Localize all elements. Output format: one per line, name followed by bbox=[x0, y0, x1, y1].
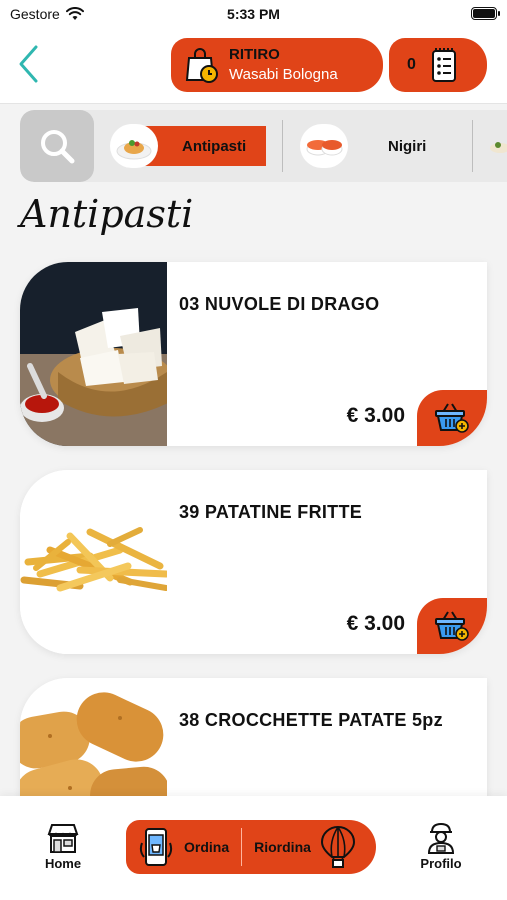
product-card[interactable]: 03 NUVOLE DI DRAGO € 3.00 bbox=[20, 262, 487, 446]
product-name: 03 NUVOLE DI DRAGO bbox=[179, 294, 380, 314]
order-list-icon bbox=[431, 48, 456, 82]
pickup-text: RITIRO Wasabi Bologna bbox=[229, 45, 338, 85]
category-separator bbox=[472, 120, 473, 172]
search-icon bbox=[41, 130, 75, 164]
app-screen: Gestore 5:33 PM RITIRO Wasabi Bologna 0 … bbox=[0, 0, 507, 900]
product-price: € 3.00 bbox=[346, 612, 405, 635]
shopping-bag-clock-icon bbox=[185, 48, 218, 83]
search-button[interactable] bbox=[20, 110, 94, 182]
store-icon bbox=[47, 824, 79, 853]
product-image-nuvole bbox=[20, 262, 167, 446]
cart-button[interactable]: 0 bbox=[389, 38, 487, 92]
nav-profile[interactable]: Profilo bbox=[406, 822, 476, 871]
category-antipasti[interactable]: Antipasti bbox=[110, 124, 266, 168]
nav-reorder[interactable]: Riordina bbox=[254, 820, 357, 874]
top-header: RITIRO Wasabi Bologna 0 bbox=[0, 30, 507, 104]
status-time: 5:33 PM bbox=[227, 6, 280, 22]
product-name: 39 PATATINE FRITTE bbox=[179, 502, 363, 522]
back-arrow-icon[interactable] bbox=[16, 44, 42, 84]
store-name-label: Wasabi Bologna bbox=[229, 66, 338, 83]
nav-home[interactable]: Home bbox=[28, 822, 98, 871]
add-to-cart-button[interactable] bbox=[417, 598, 487, 654]
category-nigiri[interactable]: Nigiri bbox=[300, 124, 426, 168]
nav-divider bbox=[241, 828, 243, 866]
category-bar: Antipasti Nigiri bbox=[20, 110, 507, 182]
bottom-navigation: Home Ordina Riordina Profilo bbox=[0, 796, 507, 900]
category-label-antipasti: Antipasti bbox=[182, 137, 247, 155]
category-next-partial[interactable] bbox=[486, 124, 507, 168]
phone-order-icon bbox=[139, 828, 173, 866]
nav-reorder-label: Riordina bbox=[254, 839, 311, 855]
nav-order[interactable]: Ordina bbox=[126, 820, 229, 874]
product-image-patatine bbox=[20, 470, 167, 654]
nav-order-label: Ordina bbox=[184, 839, 230, 855]
cart-count: 0 bbox=[407, 56, 416, 73]
nigiri-thumbnail bbox=[300, 124, 348, 168]
order-nav-group: Ordina Riordina bbox=[126, 820, 376, 874]
category-separator bbox=[282, 120, 283, 172]
antipasti-thumbnail bbox=[110, 124, 158, 168]
basket-add-icon bbox=[435, 611, 469, 641]
hot-air-balloon-icon bbox=[320, 825, 355, 868]
basket-add-icon bbox=[435, 403, 469, 433]
delivery-person-icon bbox=[427, 822, 455, 854]
add-to-cart-button[interactable] bbox=[417, 390, 487, 446]
section-title: Antipasti bbox=[20, 192, 194, 236]
product-name: 38 CROCCHETTE PATATE 5pz bbox=[179, 710, 443, 730]
category-thumbnail-partial bbox=[490, 142, 507, 153]
pickup-mode-label: RITIRO bbox=[229, 46, 280, 63]
status-bar: Gestore 5:33 PM bbox=[0, 0, 507, 30]
product-price: € 3.00 bbox=[346, 404, 405, 427]
battery-icon bbox=[471, 7, 500, 20]
category-label-nigiri: Nigiri bbox=[388, 137, 427, 155]
pickup-store-button[interactable]: RITIRO Wasabi Bologna bbox=[171, 38, 383, 92]
nav-home-label: Home bbox=[44, 856, 82, 871]
nav-profile-label: Profilo bbox=[420, 856, 462, 871]
product-card[interactable]: 39 PATATINE FRITTE € 3.00 bbox=[20, 470, 487, 654]
